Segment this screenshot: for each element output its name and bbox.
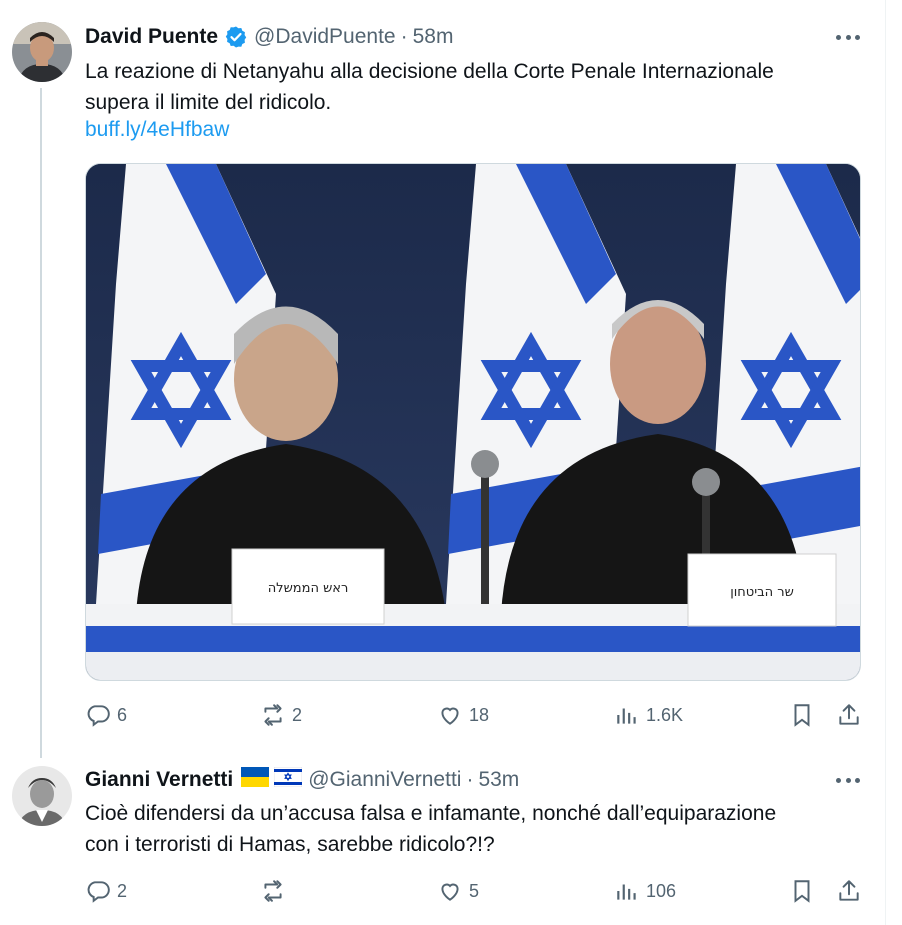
author-handle[interactable]: @GianniVernetti — [308, 768, 461, 792]
tweet-header: Gianni Vernetti @GianniVernetti · 53m — [85, 766, 519, 793]
author-handle[interactable]: @DavidPuente — [254, 25, 396, 49]
timestamp[interactable]: 58m — [413, 25, 454, 49]
timeline: David Puente @DavidPuente · 58m La reazi… — [0, 0, 886, 925]
reply-icon — [87, 881, 110, 903]
separator: · — [466, 768, 474, 791]
views-button[interactable]: 106 — [614, 878, 676, 904]
repost-count: 2 — [292, 704, 303, 725]
tweet-text-line: La reazione di Netanyahu alla decisione … — [85, 60, 774, 83]
share-icon[interactable] — [836, 878, 862, 904]
tweet-media-photo[interactable]: ראש הממשלה שר הביטחון — [85, 163, 861, 681]
thread-connector — [40, 88, 42, 758]
like-button[interactable]: 18 — [437, 702, 489, 728]
views-count: 1.6K — [646, 704, 684, 725]
heart-icon — [441, 883, 459, 901]
reply-count: 6 — [117, 704, 128, 725]
separator: · — [400, 25, 408, 48]
name-sign-right: שר הביטחון — [730, 585, 794, 600]
like-count: 5 — [469, 880, 480, 901]
ukraine-flag-icon — [241, 767, 270, 793]
avatar-gianni-vernetti[interactable] — [12, 766, 72, 826]
reply-button[interactable]: 6 — [85, 702, 127, 728]
bookmark-icon[interactable] — [789, 702, 815, 728]
share-icon[interactable] — [836, 702, 862, 728]
tweet-text-line: con i terroristi di Hamas, sarebbe ridic… — [85, 833, 495, 856]
reply-icon — [87, 705, 110, 727]
views-button[interactable]: 1.6K — [614, 702, 683, 728]
like-count: 18 — [469, 704, 490, 725]
repost-icon — [264, 880, 282, 902]
heart-icon — [441, 707, 459, 725]
tweet-link[interactable]: buff.ly/4eHfbaw — [85, 118, 229, 142]
repost-button[interactable] — [260, 878, 292, 904]
tweet-text-line: supera il limite del ridicolo. — [85, 91, 332, 114]
author-name[interactable]: David Puente — [85, 25, 218, 49]
more-options-icon[interactable] — [836, 33, 860, 41]
views-icon — [617, 708, 636, 724]
tweet-text-line: Cioè difendersi da un’accusa falsa e inf… — [85, 802, 777, 825]
author-name[interactable]: Gianni Vernetti — [85, 768, 233, 792]
verified-badge-icon[interactable] — [224, 25, 248, 49]
timestamp[interactable]: 53m — [478, 768, 519, 792]
views-icon — [617, 884, 636, 900]
more-options-icon[interactable] — [836, 776, 860, 784]
avatar-david-puente[interactable] — [12, 22, 72, 82]
reply-button[interactable]: 2 — [85, 878, 127, 904]
tweet-header: David Puente @DavidPuente · 58m — [85, 24, 453, 50]
bookmark-icon[interactable] — [789, 878, 815, 904]
name-sign-left: ראש הממשלה — [268, 581, 349, 596]
like-button[interactable]: 5 — [437, 878, 479, 904]
israel-flag-icon — [273, 766, 303, 793]
tweet-text: Cioè difendersi da un’accusa falsa e inf… — [85, 798, 865, 860]
repost-icon — [264, 704, 282, 726]
reply-count: 2 — [117, 880, 128, 901]
views-count: 106 — [646, 880, 677, 901]
tweet-text: La reazione di Netanyahu alla decisione … — [85, 56, 865, 118]
repost-button[interactable]: 2 — [260, 702, 302, 728]
